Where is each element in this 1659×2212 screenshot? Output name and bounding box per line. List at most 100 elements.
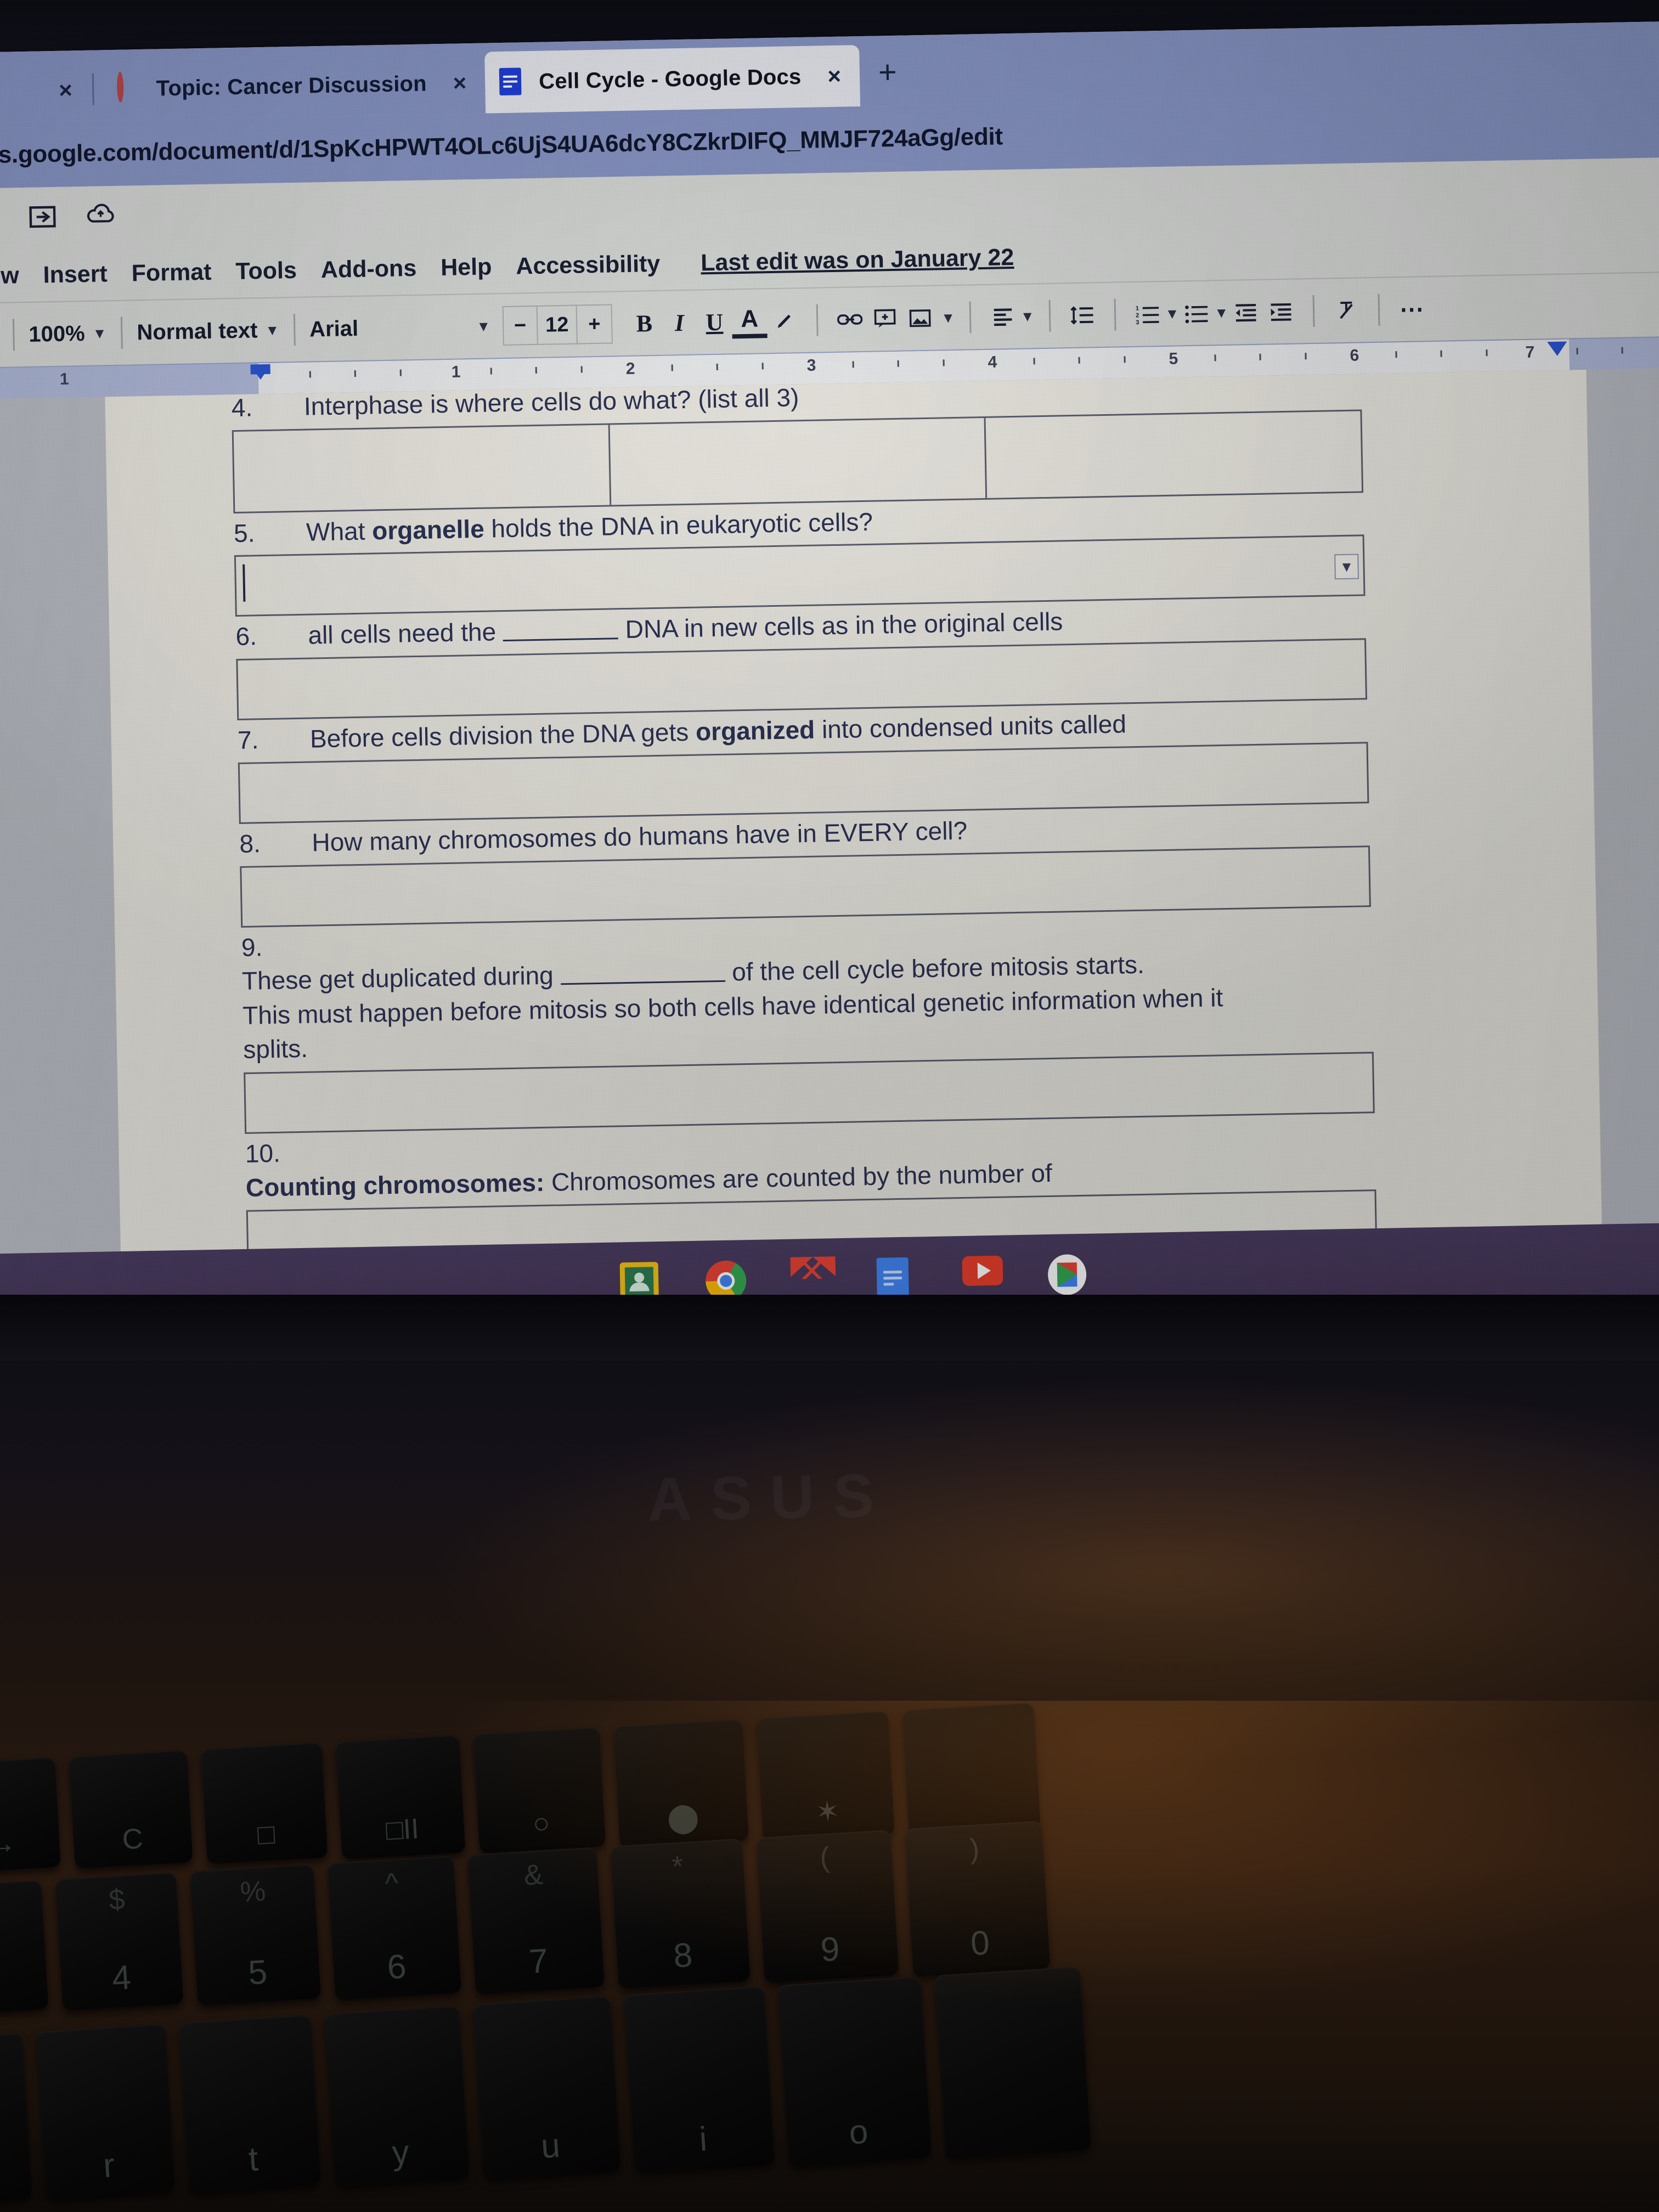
decrease-indent-icon[interactable] — [1228, 302, 1264, 323]
menu-item-insert[interactable]: Insert — [43, 261, 108, 289]
key-8[interactable]: * 8 — [610, 1838, 751, 1989]
key-7[interactable]: & 7 — [467, 1847, 605, 1995]
chevron-down-icon[interactable]: ▼ — [1020, 308, 1035, 325]
zoom-dropdown[interactable]: 100% ▼ — [29, 321, 107, 347]
youtube-icon[interactable] — [962, 1255, 1003, 1298]
chevron-down-icon: ▼ — [265, 321, 280, 338]
question-number: 5. — [233, 518, 255, 548]
move-to-folder-icon[interactable] — [28, 204, 57, 233]
key-6[interactable]: ^ 6 — [327, 1855, 462, 2000]
underline-button[interactable]: U — [697, 308, 732, 336]
bulleted-list-icon[interactable] — [1179, 302, 1215, 324]
key-4[interactable]: $4 — [55, 1872, 184, 2011]
menu-item-format[interactable]: Format — [131, 258, 212, 287]
answer-cell[interactable] — [233, 425, 611, 512]
new-tab-button[interactable]: + — [878, 54, 897, 91]
toolbar-divider — [1312, 295, 1315, 327]
chevron-down-icon[interactable]: ▼ — [941, 309, 955, 326]
paragraph-style-dropdown[interactable]: Normal text ▼ — [137, 318, 280, 345]
key-e[interactable]: e — [0, 2033, 32, 2205]
play-store-icon[interactable] — [1047, 1254, 1087, 1296]
menu-item-help[interactable]: Help — [441, 253, 492, 281]
toolbar-divider — [816, 304, 819, 336]
zoom-value: 100% — [29, 321, 86, 347]
menu-item-add-ons[interactable]: Add-ons — [320, 255, 416, 283]
key-5[interactable]: % 5 — [190, 1864, 321, 2006]
increase-indent-icon[interactable] — [1263, 301, 1299, 322]
key-volume[interactable] — [902, 1702, 1041, 1836]
tab-separator — [92, 73, 94, 105]
document-body[interactable]: 4. Interphase is where cells do what? (l… — [231, 370, 1397, 1336]
key-forward[interactable]: → — [0, 1757, 61, 1874]
toolbar-divider — [1048, 300, 1051, 332]
numbered-list-icon[interactable]: 123 — [1130, 303, 1165, 325]
menu-item-view[interactable]: View — [0, 262, 19, 290]
key-r[interactable]: r — [36, 2024, 176, 2199]
ruler-tick — [309, 371, 311, 378]
chevron-down-icon[interactable]: ▼ — [1165, 305, 1179, 322]
document-page[interactable]: 4. Interphase is where cells do what? (l… — [105, 369, 1604, 1336]
line-spacing-icon[interactable] — [1064, 304, 1100, 326]
align-left-icon[interactable] — [985, 307, 1021, 327]
tab-close-icon[interactable]: × — [59, 77, 78, 104]
document-canvas[interactable]: 4. Interphase is where cells do what? (l… — [0, 367, 1659, 1336]
laptop-hinge — [0, 1295, 1659, 1361]
answer-cell[interactable] — [610, 417, 988, 505]
key-3[interactable]: #3 — [0, 1880, 49, 2016]
menu-item-accessibility[interactable]: Accessibility — [516, 250, 661, 280]
comment-icon[interactable] — [867, 307, 903, 331]
italic-button[interactable]: I — [662, 308, 697, 337]
close-icon[interactable]: × — [827, 63, 841, 89]
link-icon[interactable] — [832, 311, 868, 328]
key-o[interactable]: o — [777, 1976, 932, 2166]
close-icon[interactable]: × — [453, 70, 466, 96]
font-size-decrease-button[interactable]: − — [503, 306, 538, 345]
left-indent-marker[interactable] — [250, 365, 271, 380]
ruler-number: 4 — [988, 353, 997, 371]
last-edit-status[interactable]: Last edit was on January 22 — [701, 244, 1014, 276]
key-brightness-down[interactable]: ○ — [473, 1726, 606, 1854]
ruler-tick — [1259, 353, 1261, 360]
key-t[interactable]: t — [178, 2015, 321, 2193]
font-size-increase-button[interactable]: + — [577, 305, 612, 343]
key-mute[interactable]: ✶ — [756, 1711, 895, 1842]
menu-item-tools[interactable]: Tools — [235, 257, 297, 285]
answer-table-row[interactable] — [232, 409, 1364, 514]
more-options-button[interactable]: ⋯ — [1394, 295, 1430, 324]
key-y[interactable]: y — [324, 2005, 470, 2187]
image-icon[interactable] — [902, 308, 938, 328]
font-size-value[interactable]: 12 — [537, 306, 578, 344]
highlight-pen-icon[interactable] — [767, 308, 803, 333]
google-docs-icon[interactable] — [876, 1257, 917, 1299]
answer-cell[interactable] — [986, 411, 1362, 498]
toolbar-divider — [293, 313, 296, 346]
clear-formatting-icon[interactable] — [1329, 298, 1364, 322]
browser-tab-cell-cycle[interactable]: Cell Cycle - Google Docs × — [484, 45, 860, 114]
ruler-tick — [354, 370, 356, 377]
key-reload[interactable]: C — [69, 1750, 193, 1869]
right-indent-marker[interactable] — [1547, 341, 1567, 357]
chevron-down-icon[interactable]: ▼ — [1334, 554, 1359, 580]
drive-cloud-icon[interactable] — [85, 202, 114, 232]
key-p[interactable] — [934, 1966, 1091, 2159]
chevron-down-icon[interactable]: ▼ — [1214, 304, 1228, 321]
key-0[interactable]: ) 0 — [904, 1820, 1051, 1977]
key-overview[interactable]: □II — [335, 1735, 466, 1860]
key-brightness-up[interactable]: ⬤ — [613, 1719, 749, 1848]
photo-scene: × Topic: Cancer Discussion × Cell Cycle … — [0, 0, 1659, 2212]
key-i[interactable]: i — [624, 1986, 775, 2173]
key-fullscreen[interactable]: □ — [201, 1742, 328, 1865]
laptop-screen: × Topic: Cancer Discussion × Cell Cycle … — [0, 20, 1659, 1336]
svg-text:2: 2 — [1136, 312, 1139, 319]
question-8: 8. How many chromosomes do humans have i… — [239, 806, 1387, 928]
key-9[interactable]: (9 — [756, 1830, 899, 1983]
ruler-tick — [852, 361, 854, 368]
text-color-button[interactable]: A — [731, 304, 768, 339]
browser-tab-cancer-discussion[interactable]: × Topic: Cancer Discussion × — [44, 52, 486, 122]
chevron-down-icon: ▼ — [476, 317, 491, 335]
font-family-dropdown[interactable]: Arial ▼ — [309, 314, 491, 342]
key-u[interactable]: u — [472, 1996, 621, 2180]
bold-button[interactable]: B — [627, 309, 662, 337]
font-size-stepper[interactable]: − 12 + — [502, 304, 613, 346]
classroom-icon — [116, 71, 142, 104]
